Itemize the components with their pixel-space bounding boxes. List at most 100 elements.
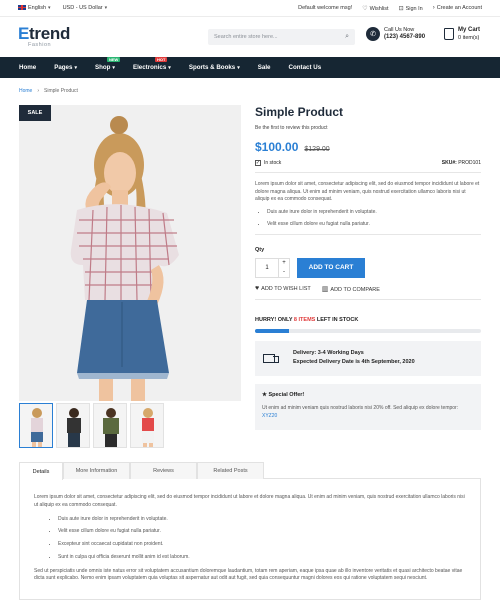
breadcrumb: Home › Simple Product: [19, 88, 78, 94]
breadcrumb-home[interactable]: Home: [19, 88, 32, 94]
product-actions: ♥ ADD TO WISH LIST ▥ ADD TO COMPARE: [255, 285, 481, 293]
product-title: Simple Product: [255, 105, 344, 119]
breadcrumb-current: Simple Product: [44, 88, 78, 94]
special-offer: ★ Special Offer! Ut enim ad minim veniam…: [255, 383, 481, 430]
sku: SKU#: PROD101: [441, 160, 481, 166]
top-bar: English ▾ USD - US Dollar ▾ Default welcom…: [0, 0, 500, 17]
tab-related-posts[interactable]: Related Posts: [197, 462, 264, 479]
add-to-wishlist-link[interactable]: ♥ ADD TO WISH LIST: [255, 285, 311, 293]
chevron-down-icon: ▾: [168, 64, 171, 71]
nav-item-pages[interactable]: Pages ▾: [54, 64, 77, 71]
mini-cart[interactable]: My Cart 0 item(s): [444, 27, 480, 41]
stock-progress-fill: [255, 328, 289, 333]
details-outro: Sed ut perspiciatis unde omnis iste natu…: [34, 567, 463, 582]
offer-title: ★ Special Offer!: [262, 391, 305, 398]
truck-icon: [263, 353, 279, 363]
list-item: Velit esse cillum dolore eu fugiat nulla…: [58, 528, 466, 536]
nav-item-sale[interactable]: Sale: [258, 64, 271, 71]
thumbnail-1[interactable]: [19, 403, 53, 448]
checkmark-icon: ✓: [255, 160, 261, 166]
delivery-date: Expected Delivery Date is 4th September,…: [293, 359, 415, 365]
thumbnail-2[interactable]: [56, 403, 90, 448]
price-block: $100.00 $129.00: [255, 140, 481, 154]
product-info: Simple Product Be the first to review th…: [255, 105, 481, 430]
stock-progress-bar: [255, 328, 481, 333]
thumbnail-image: [142, 408, 154, 447]
cart-count: 0 item(s): [458, 34, 480, 41]
old-price: $129.00: [304, 146, 330, 153]
product-tabs: Details More Information Reviews Related…: [19, 462, 481, 480]
nav-item-shop[interactable]: Shop ▾ NEW: [95, 57, 121, 71]
product-main-image[interactable]: SALE: [19, 105, 241, 401]
thumbnail-3[interactable]: [93, 403, 127, 448]
tab-more-information[interactable]: More Information: [63, 462, 130, 479]
logo[interactable]: Etrend Fashion: [18, 25, 70, 49]
nav-item-sports-books[interactable]: Sports & Books ▾: [189, 64, 240, 71]
call-number: (123) 4567-890: [384, 33, 426, 40]
call-label: Call Us Now: [384, 27, 415, 34]
bar-chart-icon: ▥: [321, 285, 329, 293]
details-list: Duis aute irure dolor in reprehenderit i…: [34, 516, 466, 562]
delivery-time: Delivery: 3-4 Working Days: [293, 350, 364, 357]
tab-details[interactable]: Details: [19, 462, 63, 480]
divider: [255, 298, 481, 300]
heart-icon: ♡: [362, 5, 368, 12]
stock-row: ✓ In stock SKU#: PROD101: [255, 160, 481, 166]
cart-label: My Cart: [458, 27, 481, 33]
header: Etrend Fashion Search entire store here.…: [0, 17, 500, 57]
qty-increase-button[interactable]: +: [279, 259, 289, 268]
model-photo: [19, 105, 241, 401]
list-item: Duis aute irure dolor in reprehenderit i…: [267, 209, 481, 216]
create-account-link[interactable]: › Create an Account: [433, 5, 482, 11]
qty-decrease-button[interactable]: -: [279, 268, 289, 277]
user-icon: ›: [432, 5, 435, 11]
heart-icon: ♥: [255, 284, 260, 292]
thumbnail-strip: [19, 403, 164, 448]
nav-item-electronics[interactable]: Electronics ▾ HOT: [133, 57, 171, 71]
currency-selector[interactable]: USD - US Dollar ▾: [63, 5, 108, 11]
uk-flag-icon: [18, 5, 26, 11]
qty-label: Qty: [255, 246, 265, 253]
short-description: Lorem ipsum dolor sit amet, consectetur …: [255, 181, 480, 202]
list-item: Velit esse cillum dolore eu fugiat nulla…: [267, 221, 481, 228]
add-to-compare-link[interactable]: ▥ ADD TO COMPARE: [322, 285, 380, 293]
nav-item-contact[interactable]: Contact Us: [288, 64, 321, 71]
chevron-down-icon: ▾: [112, 64, 115, 71]
quantity-stepper: 1 + -: [255, 257, 290, 278]
chevron-down-icon: ▾: [48, 5, 51, 11]
list-item: Duis aute irure dolor in reprehenderit i…: [58, 516, 466, 524]
main-nav: Home Pages ▾ Shop ▾ NEW Electronics ▾ HOT Spo…: [0, 57, 500, 78]
divider: [255, 172, 481, 173]
search-placeholder: Search entire store here...: [214, 34, 278, 40]
tab-reviews[interactable]: Reviews: [130, 462, 197, 479]
breadcrumb-separator: ›: [37, 88, 40, 94]
signin-link[interactable]: ⊡ Sign In: [399, 5, 423, 12]
qty-row: 1 + - ADD TO CART: [255, 257, 481, 278]
review-link[interactable]: Be the first to review this product: [255, 125, 481, 131]
list-item: Excepteur sint occaecat cupidatat non pr…: [58, 541, 466, 549]
language-selector[interactable]: English ▾: [18, 5, 51, 11]
sale-badge: SALE: [19, 105, 51, 121]
star-icon: ★: [262, 391, 267, 398]
chevron-down-icon: ▾: [104, 5, 108, 11]
list-item: Sunt in culpa qui officia deserunt molli…: [58, 554, 466, 562]
search-input[interactable]: Search entire store here... ⌕: [208, 29, 355, 45]
phone-icon: ✆: [366, 27, 380, 41]
wishlist-link[interactable]: ♡ Wishlist: [362, 5, 388, 12]
search-icon[interactable]: ⌕: [345, 33, 349, 41]
new-badge: NEW: [106, 57, 121, 62]
offer-code[interactable]: XYZ20: [262, 413, 277, 419]
feature-list: Duis aute irure dolor in reprehenderit i…: [255, 209, 481, 228]
lock-icon: ⊡: [398, 5, 404, 12]
chevron-down-icon: ▾: [74, 64, 77, 71]
thumbnail-4[interactable]: [130, 403, 164, 448]
stock-status: In stock: [264, 160, 282, 166]
delivery-info: Delivery: 3-4 Working Days Expected Deli…: [255, 340, 481, 376]
stock-urgency: HURRY! ONLY 8 ITEMS LEFT IN STOCK: [255, 316, 359, 323]
welcome-message: Default welcome msg!: [298, 5, 353, 11]
nav-item-home[interactable]: Home: [19, 64, 36, 71]
qty-input[interactable]: 1: [256, 258, 279, 277]
thumbnail-image: [103, 408, 119, 447]
tab-panel-details: Lorem ipsum dolor sit amet, consectetur …: [19, 479, 481, 600]
add-to-cart-button[interactable]: ADD TO CART: [297, 257, 365, 278]
